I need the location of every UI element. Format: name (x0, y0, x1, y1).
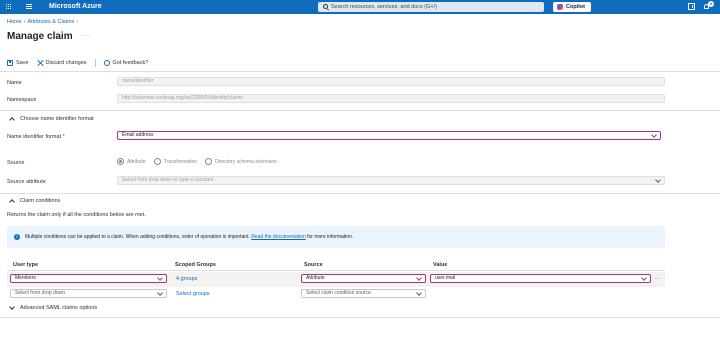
placeholder: Select from drop down (15, 290, 66, 296)
brand-title[interactable]: Microsoft Azure (49, 3, 102, 10)
feedback-label: Got feedback? (112, 60, 149, 66)
divider (0, 317, 720, 318)
name-identifier-format-dropdown[interactable]: Email address (117, 131, 661, 140)
condition-value-dropdown[interactable]: user.mail (430, 274, 651, 283)
more-options-icon[interactable]: ··· (82, 33, 91, 39)
required-mark: * (62, 134, 65, 140)
breadcrumb-separator: › (23, 19, 26, 25)
save-label: Save (16, 60, 29, 66)
discard-changes-button[interactable]: Discard changes (37, 60, 87, 66)
top-bar: Microsoft Azure Search resources, servic… (0, 0, 720, 14)
copilot-button[interactable]: Copilot (553, 2, 591, 12)
close-icon (37, 60, 43, 66)
advanced-saml-options-toggle[interactable]: Advanced SAML claims options (9, 304, 98, 311)
chevron-down-icon (157, 290, 163, 296)
chevron-down-icon (9, 304, 15, 310)
new-condition-source-dropdown[interactable]: Select claim condition source. (301, 289, 426, 298)
condition-source-dropdown[interactable]: Attribute (301, 274, 426, 283)
column-header-value: Value (433, 262, 448, 268)
info-icon: i (14, 234, 20, 240)
section-title: Advanced SAML claims options (20, 305, 98, 311)
source-radio-attribute[interactable]: Attribute (117, 158, 146, 165)
cloud-shell-icon[interactable] (688, 3, 695, 10)
radio-label: Transformation (163, 158, 198, 165)
radio-label: Directory schema extension (215, 158, 277, 165)
selected-value: Attribute (306, 275, 325, 281)
info-message: Multiple conditions can be applied to a … (25, 234, 250, 240)
name-field: nameidentifier (117, 77, 665, 86)
chevron-down-icon (416, 275, 422, 281)
chevron-down-icon (655, 177, 661, 183)
chevron-down-icon (157, 275, 163, 281)
conditions-description: Returns the claim only if all the condit… (7, 212, 146, 218)
read-documentation-link[interactable]: Read the documentation (251, 234, 305, 240)
chevron-up-icon (9, 117, 15, 123)
selected-value: Members (15, 275, 36, 281)
selected-value: Email address (122, 132, 154, 138)
name-identifier-format-text: Name identifier format (7, 134, 62, 140)
save-icon (7, 60, 13, 66)
chevron-down-icon (651, 132, 657, 138)
name-identifier-section-toggle[interactable]: Choose name identifier format (9, 116, 94, 123)
divider (0, 110, 720, 111)
breadcrumb: Home › Attributes & Claims › (7, 19, 80, 25)
info-message-bar: i Multiple conditions can be applied to … (7, 226, 665, 248)
divider (94, 59, 96, 67)
chevron-up-icon (9, 199, 15, 205)
breadcrumb-home[interactable]: Home (7, 19, 22, 25)
namespace-label: Namespace (7, 97, 37, 103)
source-radio-transformation[interactable]: Transformation (153, 158, 198, 165)
source-radio-directory-schema-extension[interactable]: Directory schema extension (205, 158, 277, 165)
placeholder: Select from drop down or type a constant (122, 177, 214, 183)
chevron-down-icon (641, 275, 647, 281)
command-bar: Save Discard changes Got feedback? (7, 58, 156, 68)
divider (7, 270, 665, 271)
radio-label: Attribute (127, 158, 146, 165)
source-attribute-dropdown[interactable]: Select from drop down or type a constant (117, 176, 665, 185)
name-identifier-format-label: Name identifier format * (7, 134, 65, 140)
search-icon (323, 4, 328, 9)
divider (0, 71, 720, 72)
app-launcher-icon[interactable] (6, 4, 12, 10)
column-header-user-type: User type (13, 262, 39, 268)
namespace-field: http://schemas.xmlsoap.org/ws/2005/05/id… (117, 94, 665, 103)
copilot-icon (557, 4, 563, 10)
select-groups-link[interactable]: Select groups (176, 291, 210, 297)
divider (0, 193, 720, 194)
global-search-input[interactable]: Search resources, services, and docs (G+… (318, 2, 544, 12)
feedback-button[interactable]: Got feedback? (103, 60, 149, 66)
section-title: Choose name identifier format (20, 116, 94, 122)
radio-selected-icon (117, 158, 124, 165)
source-radio-group: Attribute Transformation Directory schem… (117, 158, 285, 165)
placeholder: Select claim condition source. (306, 290, 373, 296)
info-suffix: for more information. (307, 234, 354, 240)
radio-icon (153, 158, 161, 165)
row-more-options-icon[interactable]: ··· (654, 276, 662, 282)
new-user-type-dropdown[interactable]: Select from drop down (10, 289, 167, 298)
copilot-label: Copilot (566, 4, 585, 10)
chevron-down-icon (416, 290, 422, 296)
user-type-dropdown[interactable]: Members (10, 274, 167, 283)
feedback-icon (103, 60, 110, 66)
name-label: Name (7, 80, 22, 86)
scoped-groups-link[interactable]: 4 groups (176, 276, 197, 282)
selected-value: user.mail (435, 275, 456, 281)
claim-conditions-section-toggle[interactable]: Claim conditions (9, 198, 61, 205)
discard-label: Discard changes (45, 60, 87, 66)
notification-badge: 6 (708, 1, 714, 7)
search-placeholder: Search resources, services, and docs (G+… (331, 4, 437, 10)
breadcrumb-separator: › (76, 19, 79, 25)
portal-menu-icon[interactable] (26, 4, 32, 9)
breadcrumb-attributes-claims[interactable]: Attributes & Claims (28, 19, 75, 25)
source-attribute-label: Source attribute (7, 179, 46, 185)
column-header-source: Source (304, 262, 323, 268)
section-title: Claim conditions (20, 198, 61, 204)
column-header-scoped-groups: Scoped Groups (175, 262, 216, 268)
info-text: Multiple conditions can be applied to a … (25, 234, 353, 240)
save-button[interactable]: Save (7, 60, 29, 66)
source-label: Source (7, 160, 25, 166)
page-title: Manage claim (7, 31, 73, 42)
radio-icon (205, 158, 213, 165)
